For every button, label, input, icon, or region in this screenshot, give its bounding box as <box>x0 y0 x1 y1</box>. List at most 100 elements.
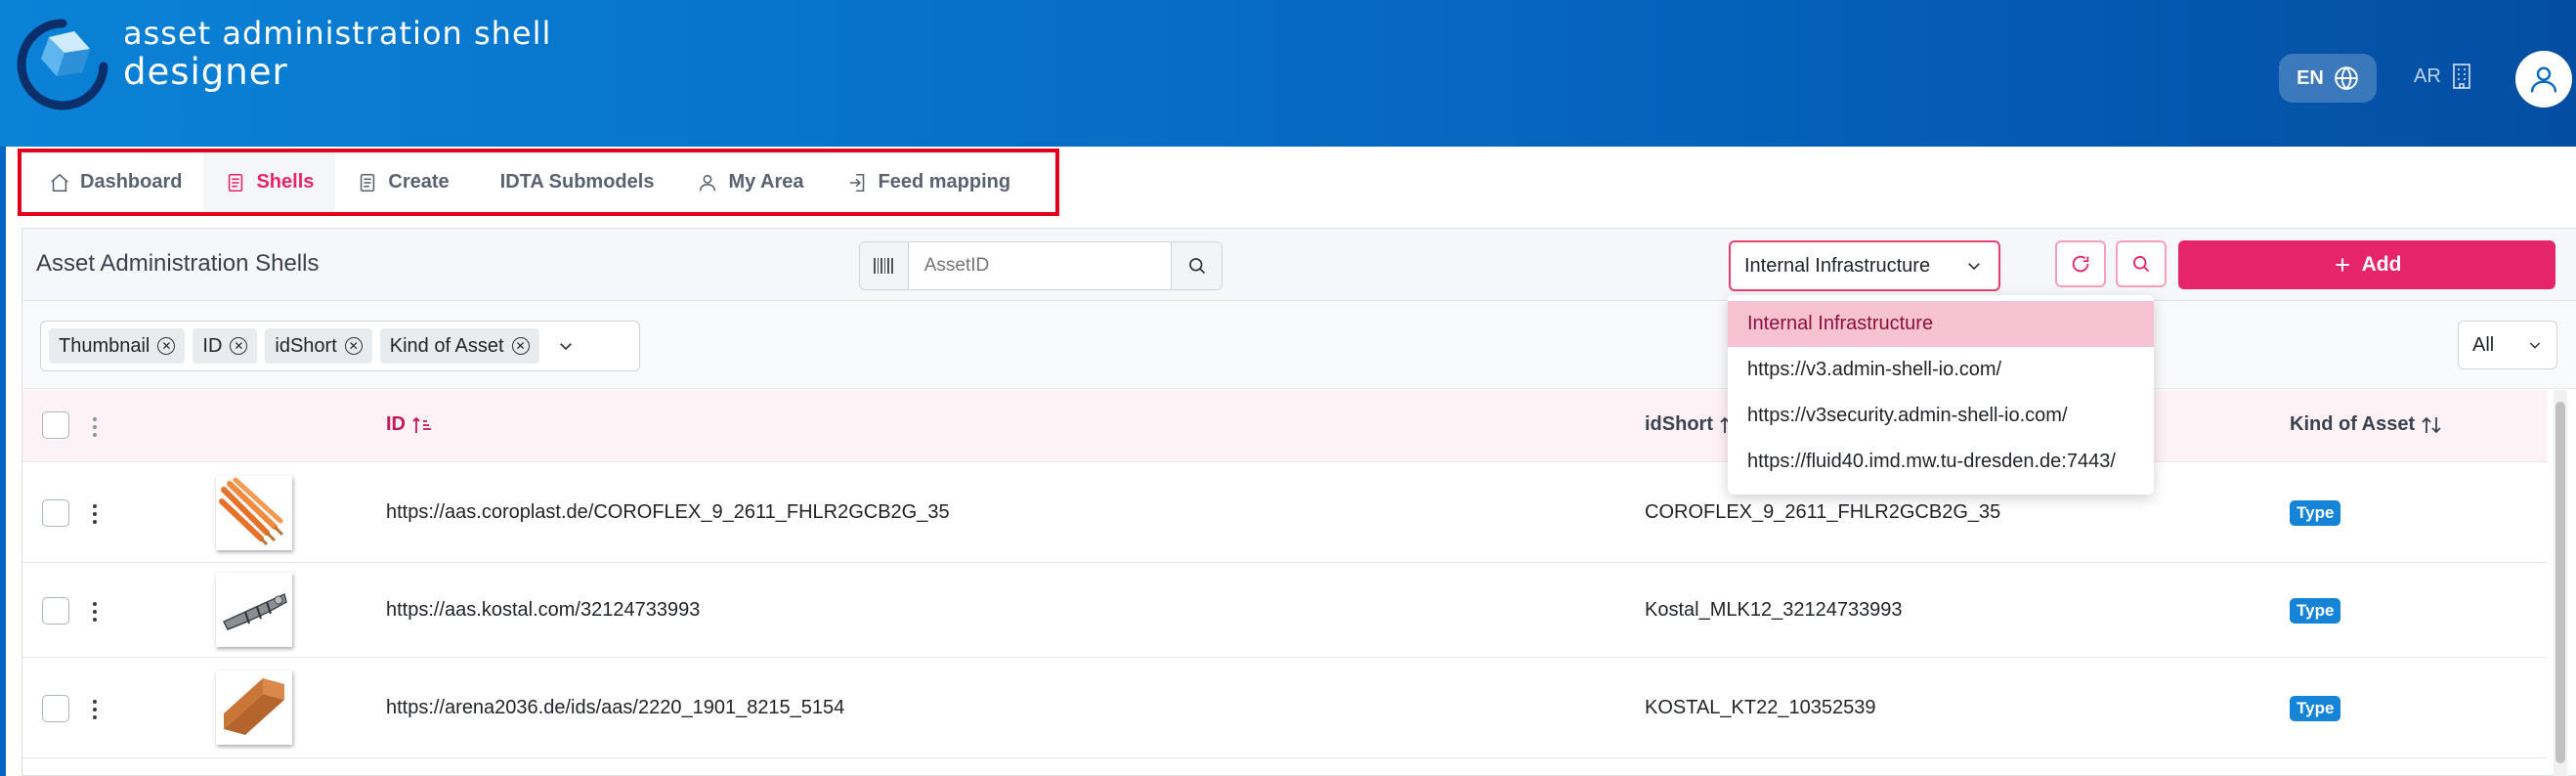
row-id: https://arena2036.de/ids/aas/2220_1901_8… <box>386 697 845 718</box>
nav-my-area[interactable]: My Area <box>675 152 825 212</box>
chevron-down-icon[interactable] <box>557 337 575 355</box>
user-icon <box>2530 66 2557 93</box>
table-row[interactable]: https://arena2036.de/ids/aas/2220_1901_8… <box>22 659 2548 758</box>
barcode-icon <box>874 258 894 274</box>
row-idshort: KOSTAL_KT22_10352539 <box>1645 697 1876 718</box>
row-id: https://aas.kostal.com/32124733993 <box>386 599 701 621</box>
user-menu-button[interactable] <box>2515 51 2572 108</box>
organization-switch[interactable]: AR <box>2414 63 2472 90</box>
select-all-checkbox[interactable] <box>42 411 69 439</box>
chip-kind-label: Kind of Asset <box>389 334 504 357</box>
chip-id-label: ID <box>202 334 223 357</box>
column-header-idshort-label: idShort <box>1645 413 1713 435</box>
row-thumbnail[interactable] <box>216 670 292 745</box>
nav-dashboard[interactable]: Dashboard <box>27 152 203 212</box>
table-header: ID idShort Kind of Asset <box>22 390 2548 462</box>
organization-label: AR <box>2414 65 2441 87</box>
row-checkbox[interactable] <box>42 695 69 722</box>
row-menu-icon[interactable] <box>85 602 105 622</box>
repository-option[interactable]: https://fluid40.imd.mw.tu-dresden.de:744… <box>1728 439 2154 485</box>
advanced-search-button[interactable] <box>2116 240 2167 287</box>
kind-badge: Type <box>2290 696 2341 721</box>
row-thumbnail[interactable] <box>216 476 292 550</box>
repository-select[interactable]: Internal Infrastructure <box>1729 240 2000 291</box>
plus-icon <box>2335 258 2349 272</box>
nav-feed-mapping[interactable]: Feed mapping <box>826 152 1033 212</box>
column-header-id[interactable]: ID <box>386 413 433 436</box>
nav-dashboard-label: Dashboard <box>80 171 183 193</box>
kind-filter-select[interactable]: All <box>2458 321 2557 369</box>
close-icon[interactable]: ✕ <box>511 337 530 355</box>
panel-title: Asset Administration Shells <box>36 250 320 277</box>
document-icon <box>229 173 243 192</box>
header-menu-icon[interactable] <box>85 417 105 437</box>
building-icon <box>2452 64 2470 89</box>
nav-idta-submodels-label: IDTA Submodels <box>499 171 655 193</box>
home-icon <box>51 173 68 192</box>
close-icon[interactable]: ✕ <box>344 337 363 355</box>
chip-idshort-label: idShort <box>275 334 337 357</box>
barcode-scan-button[interactable] <box>860 242 909 289</box>
cable-image <box>219 477 284 546</box>
asset-id-input[interactable] <box>908 242 1172 289</box>
document-icon <box>361 173 375 192</box>
globe-icon <box>2335 65 2358 91</box>
nav-create[interactable]: Create <box>335 152 470 212</box>
add-button-label: Add <box>2361 253 2402 276</box>
connector-image <box>222 592 287 630</box>
row-idshort: Kostal_MLK12_32124733993 <box>1645 599 1903 621</box>
terminal-image <box>224 678 284 735</box>
refresh-icon <box>2072 255 2089 273</box>
nav-create-label: Create <box>388 171 450 193</box>
app-title: asset administration shell designer <box>123 14 551 92</box>
app-logo-icon[interactable] <box>14 16 111 113</box>
app-header: asset administration shell designer EN A… <box>0 0 2576 147</box>
row-idshort: COROFLEX_9_2611_FHLR2GCB2G_35 <box>1645 501 2001 523</box>
row-menu-icon[interactable] <box>85 700 105 719</box>
column-chips[interactable]: Thumbnail ✕ ID ✕ idShort ✕ Kind of Asset… <box>40 321 640 371</box>
sort-ascending-icon <box>412 416 431 433</box>
row-checkbox[interactable] <box>42 597 69 625</box>
search-icon <box>1188 258 1205 275</box>
nav-feed-mapping-label: Feed mapping <box>878 171 1011 193</box>
nav-shells-label: Shells <box>256 171 315 193</box>
refresh-button[interactable] <box>2055 240 2106 287</box>
add-shell-button[interactable]: Add <box>2178 240 2555 289</box>
nav-my-area-label: My Area <box>728 171 804 193</box>
asset-id-search-button[interactable] <box>1171 242 1222 289</box>
repository-dropdown: Internal Infrastructure https://v3.admin… <box>1728 295 2154 495</box>
chip-thumbnail-label: Thumbnail <box>59 334 150 357</box>
row-thumbnail[interactable] <box>216 573 292 647</box>
language-switch[interactable]: EN <box>2279 54 2377 103</box>
repository-option[interactable]: https://v3security.admin-shell-io.com/ <box>1728 393 2154 439</box>
nav-idta-submodels[interactable]: IDTA Submodels <box>471 152 676 212</box>
column-header-id-label: ID <box>386 413 406 435</box>
chevron-down-icon <box>1968 263 1980 271</box>
repository-option[interactable]: https://v3.admin-shell-io.com/ <box>1728 347 2154 393</box>
chip-idshort: idShort ✕ <box>265 328 372 364</box>
repository-option[interactable]: Internal Infrastructure <box>1728 301 2154 347</box>
shells-toolbar: Asset Administration Shells Internal Inf… <box>22 229 2576 301</box>
chip-thumbnail: Thumbnail ✕ <box>49 328 186 364</box>
row-menu-icon[interactable] <box>85 504 105 524</box>
chevron-down-icon <box>2529 342 2541 349</box>
row-id: https://aas.coroplast.de/COROFLEX_9_2611… <box>386 501 950 523</box>
row-checkbox[interactable] <box>42 499 69 527</box>
table-scrollbar[interactable] <box>2554 390 2567 776</box>
table-row[interactable]: https://aas.coroplast.de/COROFLEX_9_2611… <box>22 463 2548 563</box>
close-icon[interactable]: ✕ <box>157 337 176 355</box>
search-icon <box>2133 256 2150 273</box>
kind-badge: Type <box>2290 598 2341 624</box>
column-header-idshort[interactable]: idShort <box>1645 413 1731 436</box>
column-header-kind-label: Kind of Asset <box>2290 413 2416 435</box>
column-header-kind[interactable]: Kind of Asset <box>2290 413 2442 436</box>
close-icon[interactable]: ✕ <box>230 337 248 355</box>
nav-shells[interactable]: Shells <box>203 152 336 212</box>
app-title-line2: designer <box>123 51 288 93</box>
chip-id: ID ✕ <box>193 328 258 364</box>
chip-kind-of-asset: Kind of Asset ✕ <box>379 328 539 364</box>
scrollbar-thumb[interactable] <box>2555 402 2565 763</box>
repository-selected-value: Internal Infrastructure <box>1744 254 1931 277</box>
shells-panel: Asset Administration Shells Internal Inf… <box>21 228 2576 776</box>
table-row[interactable]: https://aas.kostal.com/32124733993 Kosta… <box>22 564 2548 658</box>
